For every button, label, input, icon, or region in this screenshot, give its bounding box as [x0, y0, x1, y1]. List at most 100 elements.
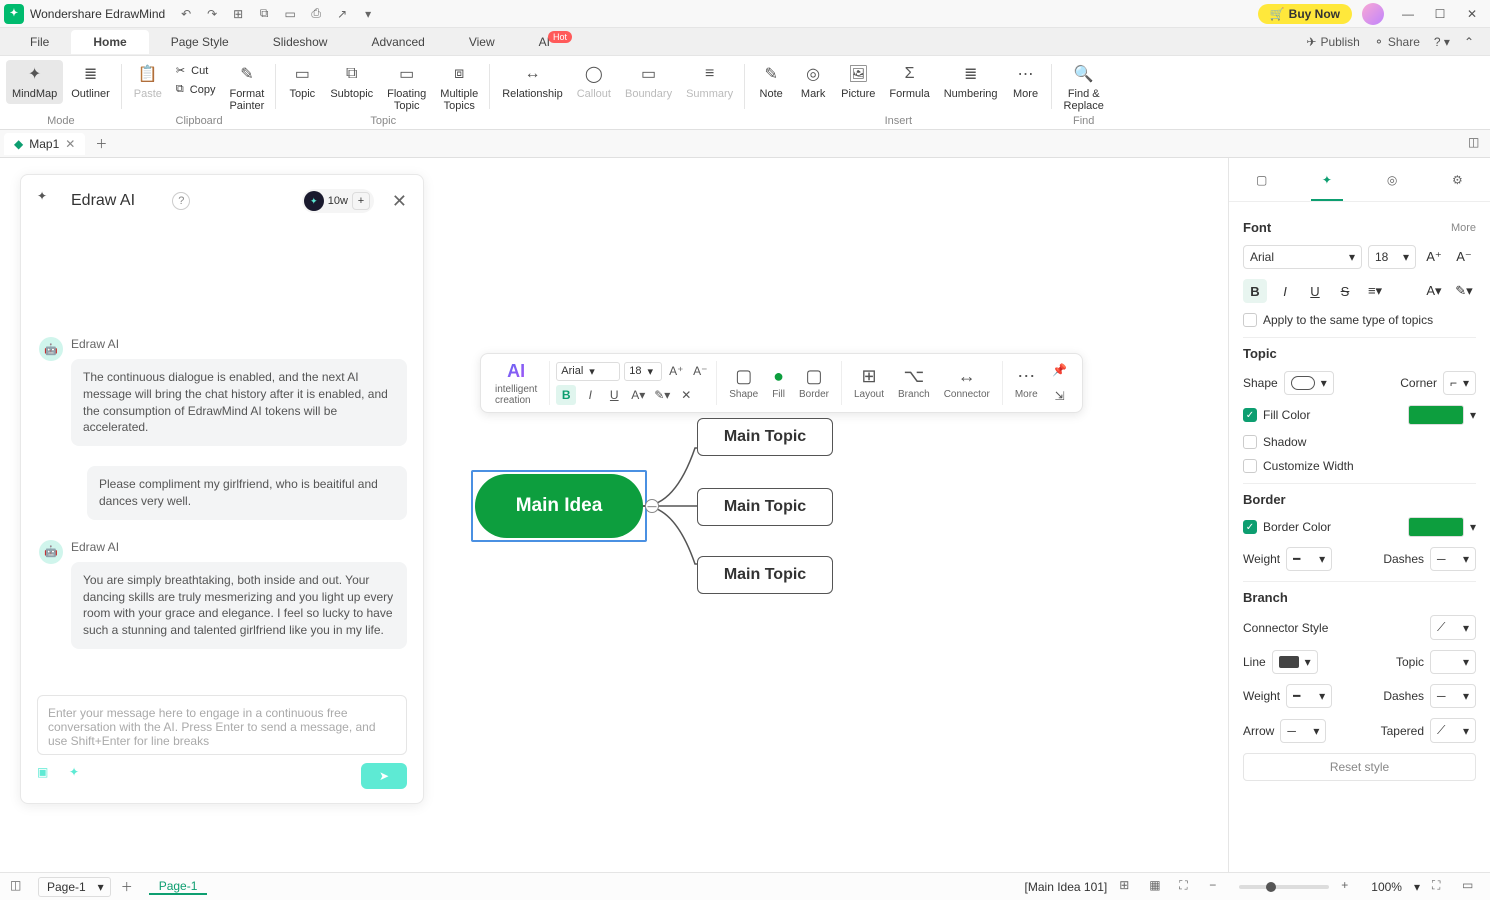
- help-icon[interactable]: ? ▾: [1434, 35, 1450, 49]
- strikethrough-button[interactable]: S: [1333, 279, 1357, 303]
- fullscreen-icon[interactable]: ⛶: [1432, 878, 1450, 896]
- underline-button[interactable]: U: [604, 385, 624, 405]
- subtopic-button[interactable]: ⧉Subtopic: [324, 60, 379, 104]
- font-decrease-icon[interactable]: A⁻: [1452, 245, 1476, 269]
- menu-home[interactable]: Home: [71, 30, 148, 54]
- main-idea-node[interactable]: Main Idea: [475, 474, 643, 538]
- undo-icon[interactable]: ↶: [177, 5, 195, 23]
- font-color-button[interactable]: A▾: [1422, 279, 1446, 303]
- mindmap-mode-button[interactable]: ✦MindMap: [6, 60, 63, 104]
- maximize-icon[interactable]: ☐: [1426, 3, 1454, 25]
- ai-tool2-icon[interactable]: ✦: [69, 765, 91, 787]
- summary-button[interactable]: ≡Summary: [680, 60, 739, 104]
- fill-color-checkbox[interactable]: ✓: [1243, 408, 1257, 422]
- menu-advanced[interactable]: Advanced: [349, 30, 446, 54]
- font-increase-icon[interactable]: A⁺: [666, 361, 686, 381]
- fill-button[interactable]: ●Fill: [766, 366, 791, 400]
- corner-dropdown[interactable]: ⌐▾: [1443, 371, 1476, 395]
- ai-creation-button[interactable]: AI intelligent creation: [489, 361, 543, 406]
- boundary-button[interactable]: ▭Boundary: [619, 60, 678, 104]
- menu-file[interactable]: File: [8, 30, 71, 54]
- branch-topic-dropdown[interactable]: ▾: [1430, 650, 1476, 674]
- collapse-ribbon-icon[interactable]: ⌃: [1464, 35, 1474, 49]
- menu-slideshow[interactable]: Slideshow: [251, 30, 350, 54]
- arrow-dropdown[interactable]: ─▾: [1280, 719, 1326, 743]
- border-dashes-dropdown[interactable]: ─▾: [1430, 547, 1476, 571]
- multiple-topics-button[interactable]: ⧈Multiple Topics: [434, 60, 484, 116]
- presentation-icon[interactable]: ▭: [1462, 878, 1480, 896]
- collapse-float-icon[interactable]: ⇲: [1050, 386, 1070, 406]
- font-family-dropdown[interactable]: Arial▾: [1243, 245, 1362, 269]
- font-family-select[interactable]: Arial▾: [556, 362, 620, 381]
- connector-button[interactable]: ↔Connector: [938, 366, 996, 400]
- relationship-button[interactable]: ↔Relationship: [496, 60, 569, 104]
- italic-button[interactable]: I: [1273, 279, 1297, 303]
- border-color-dropdown-icon[interactable]: ▾: [1470, 520, 1476, 534]
- line-color-dropdown[interactable]: ▾: [1272, 650, 1318, 674]
- tapered-dropdown[interactable]: ⟋▾: [1430, 718, 1476, 743]
- font-size-dropdown[interactable]: 18▾: [1368, 245, 1416, 269]
- user-avatar[interactable]: [1362, 3, 1384, 25]
- close-icon[interactable]: ✕: [1458, 3, 1486, 25]
- document-tab[interactable]: ◆ Map1 ✕: [4, 133, 85, 155]
- connector-style-dropdown[interactable]: ⟋▾: [1430, 615, 1476, 640]
- branch-weight-dropdown[interactable]: ━▾: [1286, 684, 1332, 708]
- page-tab[interactable]: Page-1: [149, 879, 208, 895]
- clear-format-button[interactable]: ✕: [676, 385, 696, 405]
- more-button[interactable]: ⋯More: [1009, 366, 1044, 400]
- floating-topic-button[interactable]: ▭Floating Topic: [381, 60, 432, 116]
- cut-button[interactable]: ✂Cut: [170, 62, 222, 79]
- close-tab-icon[interactable]: ✕: [65, 137, 75, 151]
- fit-icon[interactable]: ⛶: [1179, 878, 1197, 896]
- zoom-in-icon[interactable]: +: [1341, 878, 1359, 896]
- send-button[interactable]: ➤: [361, 763, 407, 789]
- zoom-slider[interactable]: [1239, 885, 1329, 889]
- open-icon[interactable]: ⧉: [255, 5, 273, 23]
- menu-view[interactable]: View: [447, 30, 517, 54]
- publish-button[interactable]: ✈ Publish: [1306, 35, 1359, 49]
- view1-icon[interactable]: ⊞: [1119, 878, 1137, 896]
- shape-dropdown[interactable]: ▾: [1284, 371, 1334, 395]
- border-button[interactable]: ▢Border: [793, 366, 835, 400]
- paste-button[interactable]: 📋Paste: [128, 60, 168, 104]
- ai-close-icon[interactable]: ✕: [392, 191, 407, 212]
- topic-node[interactable]: Main Topic: [697, 488, 833, 526]
- branch-button[interactable]: ⌥Branch: [892, 366, 936, 400]
- qat-dropdown-icon[interactable]: ▾: [359, 5, 377, 23]
- share-button[interactable]: ⚬ Share: [1374, 35, 1420, 49]
- pin-icon[interactable]: 📌: [1050, 360, 1070, 380]
- font-more-link[interactable]: More: [1451, 222, 1476, 234]
- side-tab-style[interactable]: ✦: [1294, 158, 1359, 201]
- shadow-checkbox[interactable]: [1243, 435, 1257, 449]
- redo-icon[interactable]: ↷: [203, 5, 221, 23]
- side-tab-shape[interactable]: ▢: [1229, 158, 1294, 201]
- topic-node[interactable]: Main Topic: [697, 556, 833, 594]
- ai-input[interactable]: Enter your message here to engage in a c…: [37, 695, 407, 755]
- picture-button[interactable]: 🖼Picture: [835, 60, 881, 104]
- menu-page-style[interactable]: Page Style: [149, 30, 251, 54]
- format-painter-button[interactable]: ✎Format Painter: [223, 60, 270, 116]
- print-icon[interactable]: ⎙: [307, 5, 325, 23]
- minimize-icon[interactable]: —: [1394, 3, 1422, 25]
- italic-button[interactable]: I: [580, 385, 600, 405]
- font-increase-icon[interactable]: A⁺: [1422, 245, 1446, 269]
- page-dropdown[interactable]: Page-1 ▾: [38, 877, 111, 897]
- add-tokens-button[interactable]: +: [352, 192, 370, 210]
- font-decrease-icon[interactable]: A⁻: [690, 361, 710, 381]
- canvas[interactable]: ✦ Edraw AI ? ✦ 10w + ✕ 🤖 Edraw AI The co…: [0, 158, 1228, 872]
- zoom-thumb[interactable]: [1266, 882, 1276, 892]
- expand-handle-icon[interactable]: —: [645, 499, 659, 513]
- menu-ai[interactable]: AIHot: [517, 30, 596, 54]
- find-replace-button[interactable]: 🔍Find & Replace: [1058, 60, 1110, 116]
- copy-button[interactable]: ⧉Copy: [170, 81, 222, 98]
- new-icon[interactable]: ⊞: [229, 5, 247, 23]
- apply-checkbox[interactable]: [1243, 313, 1257, 327]
- border-weight-dropdown[interactable]: ━▾: [1286, 547, 1332, 571]
- ai-help-icon[interactable]: ?: [172, 192, 190, 210]
- align-button[interactable]: ≡▾: [1363, 279, 1387, 303]
- buy-now-button[interactable]: 🛒 Buy Now: [1258, 4, 1352, 24]
- fill-color-dropdown-icon[interactable]: ▾: [1470, 408, 1476, 422]
- numbering-button[interactable]: ≣Numbering: [938, 60, 1004, 104]
- topic-node[interactable]: Main Topic: [697, 418, 833, 456]
- bold-button[interactable]: B: [1243, 279, 1267, 303]
